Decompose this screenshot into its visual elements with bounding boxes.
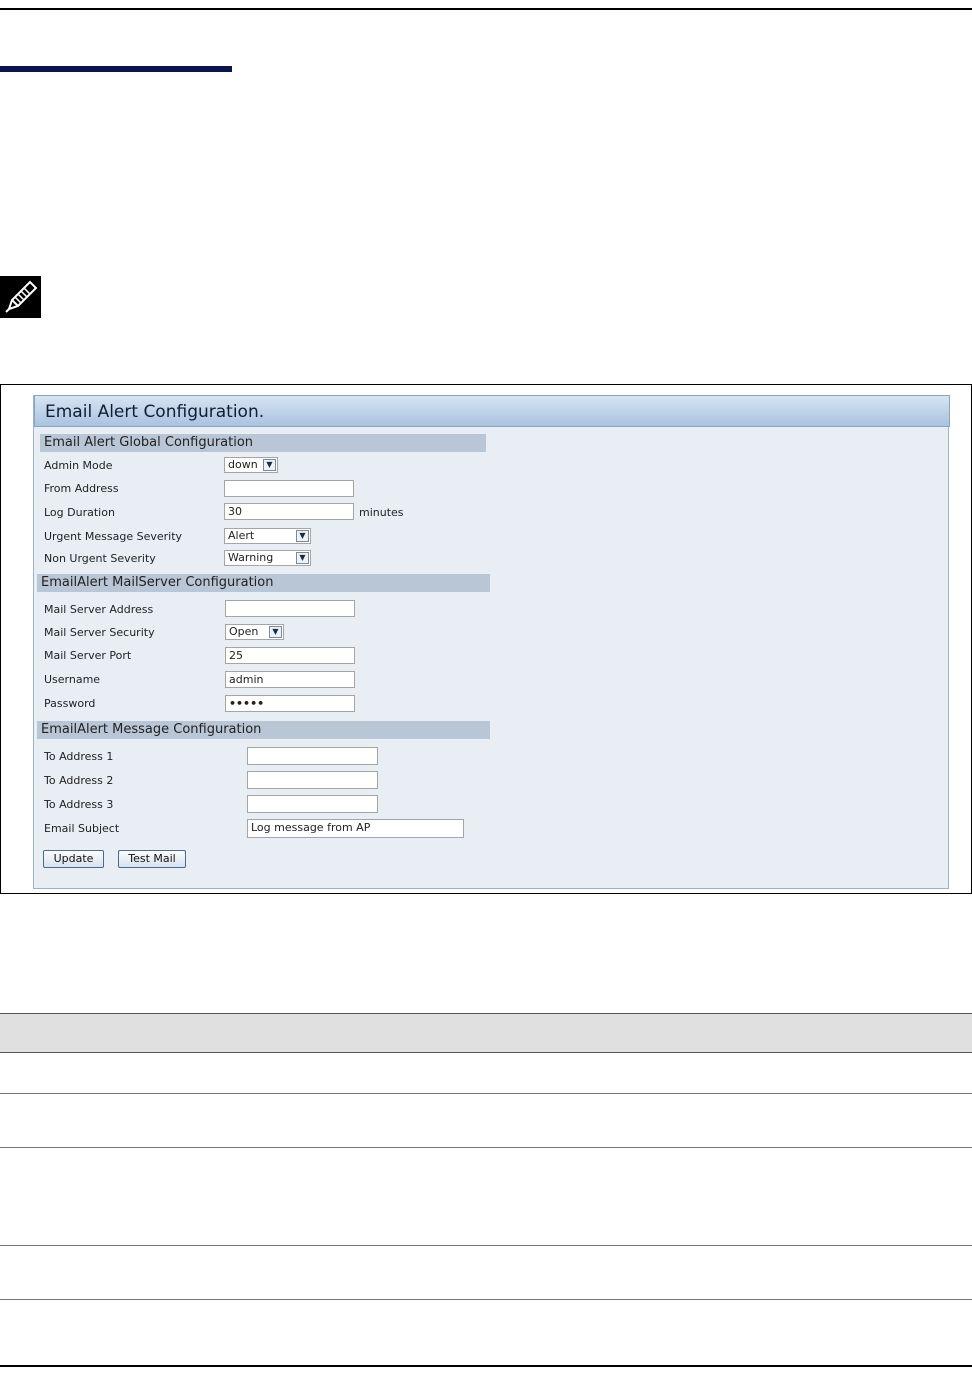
mail-server-port-field[interactable]: 25 [225,647,355,664]
chevron-down-icon[interactable]: ▼ [296,552,309,564]
from-address-label: From Address [44,482,119,495]
log-duration-field[interactable]: 30 [224,503,354,520]
chevron-down-icon[interactable]: ▼ [296,530,309,542]
password-label: Password [44,697,96,710]
email-alert-panel: Email Alert Configuration. Email Alert G… [33,395,950,889]
non-urgent-severity-label: Non Urgent Severity [44,552,156,565]
table-header-row [0,1013,972,1053]
table-row-divider [0,1245,972,1246]
username-field[interactable]: admin [225,671,355,688]
test-mail-button[interactable]: Test Mail [118,850,186,868]
email-subject-label: Email Subject [44,822,120,835]
chevron-down-icon[interactable]: ▼ [263,459,276,471]
admin-mode-value: down [228,458,258,471]
panel-titlebar: Email Alert Configuration. [34,395,950,427]
mail-server-security-select[interactable]: Open ▼ [225,624,284,640]
urgent-severity-label: Urgent Message Severity [44,530,183,543]
chapter-accent-bar [0,66,232,72]
from-address-field[interactable] [224,480,354,497]
bottom-rule [0,1365,972,1367]
screenshot-frame: Email Alert Configuration. Email Alert G… [0,384,972,894]
to-address-3-field[interactable] [247,795,378,813]
to-address-2-label: To Address 2 [44,774,114,787]
section-header-global: Email Alert Global Configuration [40,434,486,452]
section-header-message: EmailAlert Message Configuration [37,721,490,739]
top-rule [0,8,972,10]
password-field[interactable]: ••••• [225,695,355,712]
log-duration-label: Log Duration [44,506,115,519]
to-address-2-field[interactable] [247,771,378,789]
mail-server-security-value: Open [229,625,259,638]
mail-server-port-label: Mail Server Port [44,649,132,662]
log-duration-unit: minutes [359,506,404,519]
panel-title: Email Alert Configuration. [45,402,265,422]
to-address-3-label: To Address 3 [44,798,114,811]
mail-server-address-label: Mail Server Address [44,603,154,616]
admin-mode-select[interactable]: down ▼ [224,457,278,473]
admin-mode-label: Admin Mode [44,459,113,472]
mail-server-address-field[interactable] [225,600,355,617]
table-row-divider [0,1299,972,1300]
table-row-divider [0,1093,972,1094]
non-urgent-severity-select[interactable]: Warning ▼ [224,550,311,566]
to-address-1-field[interactable] [247,747,378,765]
update-button[interactable]: Update [43,850,104,868]
table-row-divider [0,1147,972,1148]
chevron-down-icon[interactable]: ▼ [269,626,282,638]
section-header-mailserver: EmailAlert MailServer Configuration [37,574,490,592]
email-subject-field[interactable]: Log message from AP [247,819,464,838]
to-address-1-label: To Address 1 [44,750,114,763]
username-label: Username [44,673,101,686]
non-urgent-severity-value: Warning [228,551,274,564]
urgent-severity-value: Alert [228,529,255,542]
urgent-severity-select[interactable]: Alert ▼ [224,528,311,544]
mail-server-security-label: Mail Server Security [44,626,155,639]
note-pencil-icon [0,276,41,318]
